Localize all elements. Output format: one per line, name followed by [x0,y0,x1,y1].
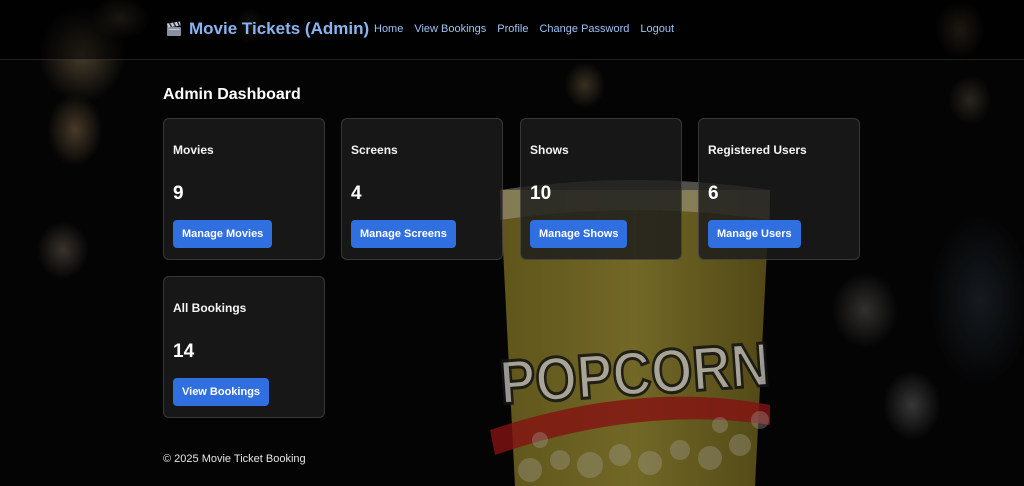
all-bookings-card: All Bookings 14 View Bookings [163,276,325,418]
registered-users-count: 6 [708,183,719,204]
movies-card: Movies 9 Manage Movies [163,118,325,260]
brand-title: Movie Tickets (Admin) [189,19,370,38]
card-title: Screens [351,143,398,157]
manage-shows-button[interactable]: Manage Shows [530,220,628,248]
card-title: All Bookings [173,301,247,315]
manage-screens-button[interactable]: Manage Screens [351,220,456,248]
page-title: Admin Dashboard [163,86,301,103]
footer-copyright: © 2025 Movie Ticket Booking [163,453,306,465]
brand[interactable]: Movie Tickets (Admin) [166,19,369,39]
movies-count: 9 [173,183,184,204]
nav-change-password-link[interactable]: Change Password [539,23,629,35]
card-title: Shows [530,143,569,157]
card-title: Registered Users [708,143,807,157]
screens-count: 4 [351,183,362,204]
manage-users-button[interactable]: Manage Users [708,220,801,248]
manage-movies-button[interactable]: Manage Movies [173,220,273,248]
shows-card: Shows 10 Manage Shows [520,118,682,260]
view-bookings-button[interactable]: View Bookings [173,378,270,406]
top-navbar: Movie Tickets (Admin) Home View Bookings… [0,0,1024,60]
background-shade [0,0,1024,486]
screens-card: Screens 4 Manage Screens [341,118,503,260]
card-title: Movies [173,143,214,157]
all-bookings-count: 14 [173,341,195,362]
nav-view-bookings-link[interactable]: View Bookings [414,23,486,35]
clapperboard-icon [167,21,181,36]
nav-logout-link[interactable]: Logout [640,23,674,35]
nav-profile-link[interactable]: Profile [497,23,528,35]
shows-count: 10 [530,183,552,204]
registered-users-card: Registered Users 6 Manage Users [698,118,860,260]
nav-home-link[interactable]: Home [374,23,403,35]
nav-links: Home View Bookings Profile Change Passwo… [374,23,674,35]
